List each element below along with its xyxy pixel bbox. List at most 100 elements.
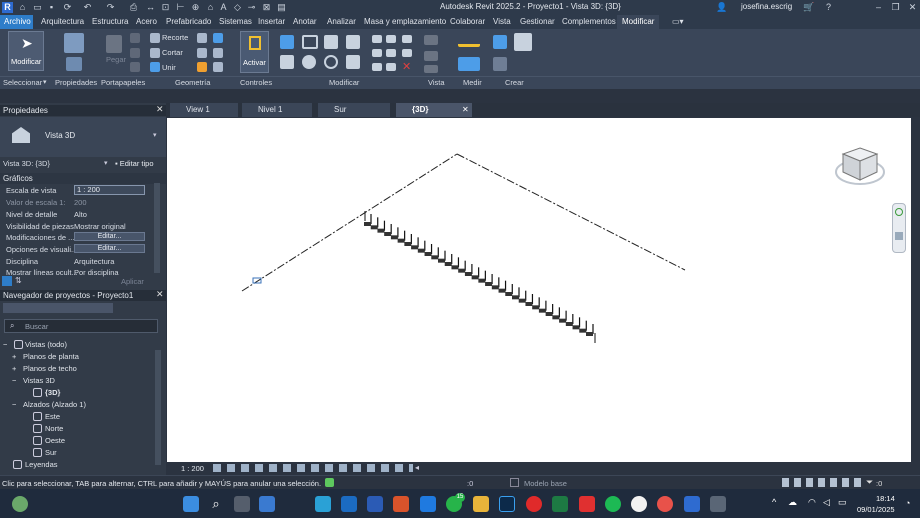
extend-multi-icon[interactable]: [386, 63, 396, 71]
worksharing-icon[interactable]: [325, 478, 334, 487]
tree-item-floor-plans[interactable]: Planos de planta: [23, 352, 79, 361]
ribbon-toggle-icon[interactable]: ▭▾: [672, 17, 684, 26]
display-options-edit-button[interactable]: Editar...: [74, 244, 145, 253]
canvas-scrollbar[interactable]: [911, 118, 920, 462]
chrome-icon[interactable]: [631, 496, 647, 512]
tab-nivel-1[interactable]: Nivel 1: [242, 103, 312, 117]
tree-item-elevations[interactable]: Alzados (Alzado 1): [23, 400, 86, 409]
close-icon[interactable]: ✕: [907, 2, 918, 13]
selection-options-icons[interactable]: [782, 478, 862, 487]
dimension-tool-icon[interactable]: [458, 57, 480, 71]
filter-icon[interactable]: ⏷: [866, 477, 873, 488]
delete-icon[interactable]: ✕: [402, 60, 411, 73]
pin-icon[interactable]: [402, 35, 412, 43]
mirror-axis-icon[interactable]: [324, 35, 338, 49]
edge-icon[interactable]: [315, 496, 331, 512]
tree-item-views-all[interactable]: Vistas (todo): [25, 340, 67, 349]
graphics-section[interactable]: Gráficos: [0, 173, 166, 184]
sign-in-icon[interactable]: 👤: [716, 2, 727, 13]
navigation-bar[interactable]: [892, 203, 906, 253]
tab-acero[interactable]: Acero: [136, 17, 157, 26]
unpin-icon[interactable]: [402, 49, 412, 57]
chevron-down-icon[interactable]: ▾: [43, 78, 47, 86]
tab-vista[interactable]: Vista: [493, 17, 511, 26]
tab-3d[interactable]: {3D} ✕: [396, 103, 472, 117]
tray-chevron-icon[interactable]: ^: [772, 497, 776, 507]
dimension-icon[interactable]: ⊢: [175, 2, 186, 13]
tab-analizar[interactable]: Analizar: [327, 17, 356, 26]
revit-logo-icon[interactable]: R: [2, 2, 13, 13]
properties-scrollbar[interactable]: [154, 183, 160, 273]
cut-geometry-button[interactable]: Cortar: [162, 48, 183, 57]
pinterest-icon[interactable]: [526, 496, 542, 512]
volume-icon[interactable]: ◁: [823, 497, 830, 508]
measure-icon[interactable]: ↔: [145, 2, 156, 13]
railing-group[interactable]: [364, 214, 594, 336]
geom-tool-1-icon[interactable]: [197, 33, 207, 43]
rotate-icon[interactable]: [324, 55, 338, 69]
cut-geometry-icon[interactable]: [150, 48, 160, 58]
weather-icon[interactable]: [12, 496, 28, 512]
join-icon[interactable]: [150, 62, 160, 72]
move-icon[interactable]: [280, 55, 294, 69]
join-button[interactable]: Unir: [162, 63, 176, 72]
dropbox-icon[interactable]: [420, 496, 436, 512]
geom-tool-4-icon[interactable]: [213, 48, 223, 58]
3d-view-icon[interactable]: ⌂: [205, 2, 216, 13]
tab-prefabricado[interactable]: Prefabricado: [166, 17, 211, 26]
properties-icon[interactable]: [64, 33, 84, 53]
discipline-value[interactable]: Arquitectura: [74, 257, 114, 266]
spot-icon[interactable]: ⊕: [190, 2, 201, 13]
save-icon[interactable]: ▪: [46, 2, 57, 13]
zoom-icon[interactable]: [895, 232, 903, 240]
tab-insertar[interactable]: Insertar: [258, 17, 285, 26]
clock-time[interactable]: 18:14: [876, 494, 895, 503]
task-view-icon[interactable]: [234, 496, 250, 512]
powerpoint-icon[interactable]: [393, 496, 409, 512]
sync-icon[interactable]: ⟳: [62, 2, 73, 13]
tree-toggle-ceilings[interactable]: +: [12, 364, 16, 373]
cope-icon[interactable]: [150, 33, 160, 43]
tab-anotar[interactable]: Anotar: [293, 17, 317, 26]
tab-complementos[interactable]: Complementos: [562, 17, 616, 26]
cut-icon[interactable]: [130, 48, 140, 58]
properties-help-icon[interactable]: [2, 276, 12, 286]
photoshop-icon[interactable]: [499, 496, 515, 512]
view-scale[interactable]: 1 : 200: [181, 464, 204, 473]
user-name[interactable]: josefina.escrig: [741, 2, 792, 11]
tab-archivo[interactable]: Archivo: [0, 15, 33, 29]
tab-modificar[interactable]: Modificar: [617, 15, 659, 29]
geom-tool-3-icon[interactable]: [197, 48, 207, 58]
home-icon[interactable]: ⌂: [17, 2, 28, 13]
battery-icon[interactable]: ▭: [838, 497, 847, 508]
viewcube[interactable]: [835, 142, 885, 185]
extend-icon[interactable]: [372, 63, 382, 71]
view-tool-3-icon[interactable]: [424, 65, 438, 73]
close-tab-icon[interactable]: ✕: [462, 103, 469, 117]
open-icon[interactable]: ▭: [32, 2, 43, 13]
section-icon[interactable]: ⊸: [246, 2, 257, 13]
tree-item-south[interactable]: Sur: [45, 448, 57, 457]
detail-level-value[interactable]: Alto: [74, 210, 87, 219]
view-tool-1-icon[interactable]: [424, 35, 438, 45]
help-icon[interactable]: ?: [823, 2, 834, 13]
split-gap-icon[interactable]: [386, 35, 396, 43]
cloud-icon[interactable]: ☁: [788, 497, 797, 508]
offset-icon[interactable]: [302, 35, 318, 49]
text-icon[interactable]: A: [218, 2, 229, 13]
scroll-left-icon[interactable]: ◂: [415, 463, 419, 472]
hidden-lines-value[interactable]: Por disciplina: [74, 268, 119, 277]
browser-scrollbar[interactable]: [155, 350, 161, 465]
tree-item-east[interactable]: Este: [45, 412, 60, 421]
edit-type-button[interactable]: ▪ Editar tipo: [115, 159, 154, 168]
minimize-icon[interactable]: –: [873, 2, 884, 13]
drawing-canvas[interactable]: [167, 118, 911, 462]
properties-close-icon[interactable]: ✕: [156, 104, 164, 115]
revit-taskbar-icon[interactable]: [684, 496, 700, 512]
tree-item-north[interactable]: Norte: [45, 424, 63, 433]
tree-item-3d-views[interactable]: Vistas 3D: [23, 376, 55, 385]
align-icon[interactable]: [280, 35, 294, 49]
geom-tool-2-icon[interactable]: [213, 33, 223, 43]
tree-toggle-views[interactable]: −: [3, 340, 7, 349]
word-icon[interactable]: [367, 496, 383, 512]
